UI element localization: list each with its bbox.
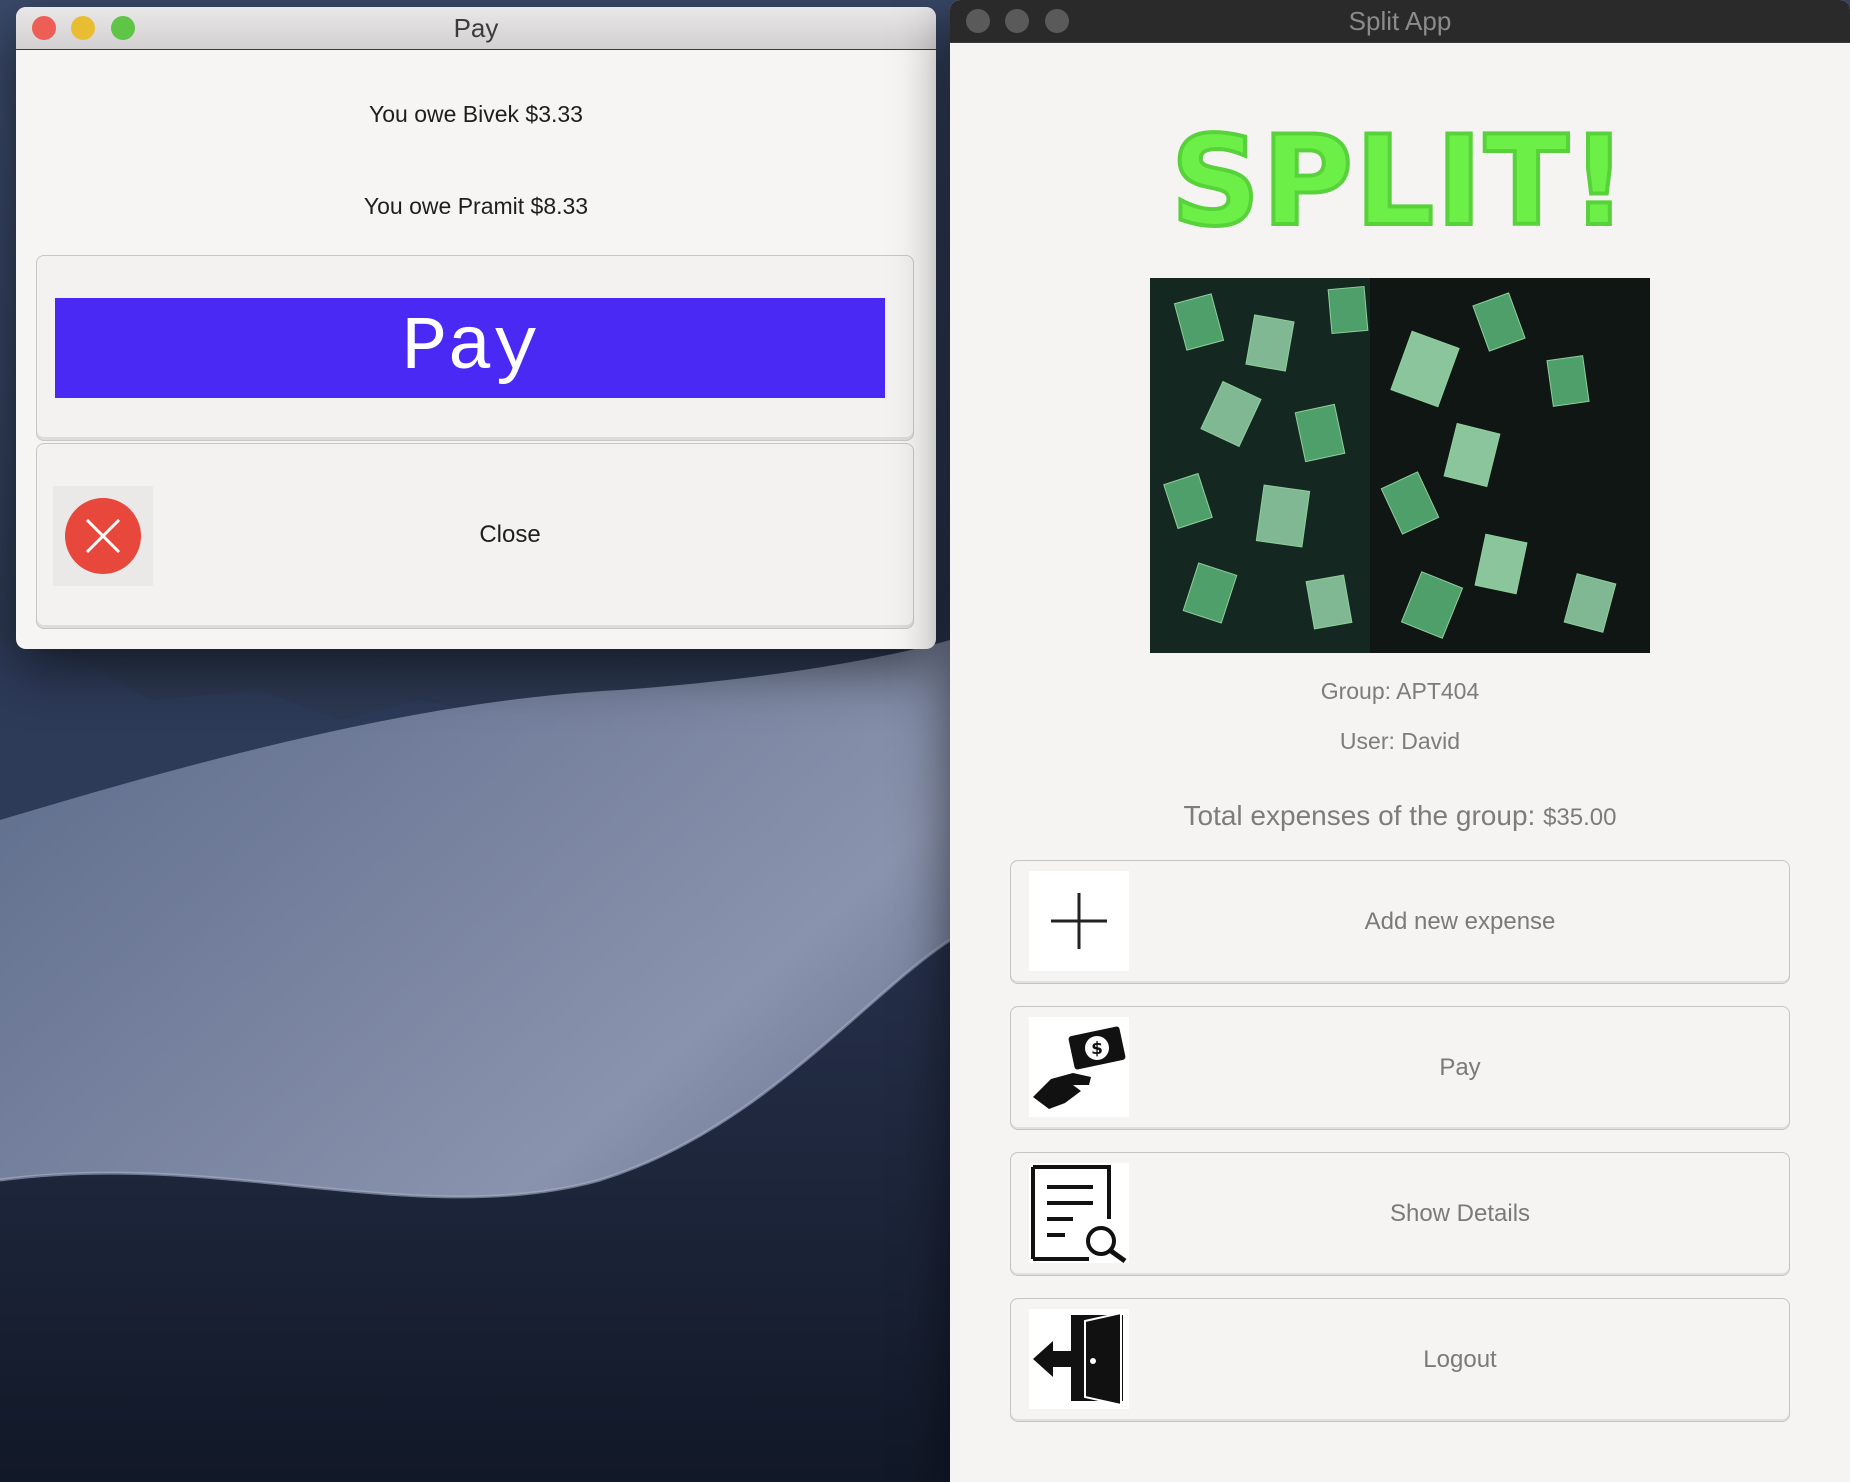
total-expenses-amount: $35.00 [1543,804,1617,831]
show-details-label: Show Details [1389,1200,1531,1227]
hand-money-icon: $ [1029,1017,1129,1117]
group-label: Group: APT404 [1320,678,1480,704]
total-expenses-label: Total expenses of the group: [1183,800,1536,831]
split-window-titlebar[interactable]: Split App [950,0,1850,43]
pay-button[interactable]: Pay [36,255,914,441]
logout-button[interactable]: Logout [1010,1298,1790,1422]
logout-label: Logout [1423,1346,1497,1373]
close-button[interactable]: Close [36,443,914,629]
user-label: User: David [1339,728,1461,754]
document-search-icon [1029,1163,1129,1264]
show-details-button[interactable]: Show Details [1010,1152,1790,1276]
owe-line-pramit: You owe Pramit $8.33 [363,193,589,219]
plus-icon [1029,871,1129,971]
pay-action-button[interactable]: $ Pay [1010,1006,1790,1130]
owe-line-bivek: You owe Bivek $3.33 [369,101,583,127]
total-expenses: Total expenses of the group: $35.00 [950,800,1850,832]
split-logo: SPLIT! [1169,112,1629,252]
pay-window-titlebar[interactable]: Pay [16,7,936,50]
pay-window: Pay You owe Bivek $3.33 You owe Pramit $… [16,7,936,649]
pay-action-label: Pay [1439,1054,1481,1081]
svg-text:$: $ [1091,1039,1103,1059]
split-app-window: Split App SPLIT! Group: APT404 User: Dav… [950,0,1850,1482]
add-new-expense-label: Add new expense [1364,908,1556,935]
window-title: Split App [1348,6,1452,36]
exit-door-icon [1029,1309,1129,1409]
split-logo-text: SPLIT! [1171,112,1629,252]
pay-button-label: Pay [55,298,885,398]
money-rain-image [1150,278,1650,653]
window-title: Pay [453,13,499,43]
add-new-expense-button[interactable]: Add new expense [1010,860,1790,984]
close-button-label: Close [479,521,541,548]
